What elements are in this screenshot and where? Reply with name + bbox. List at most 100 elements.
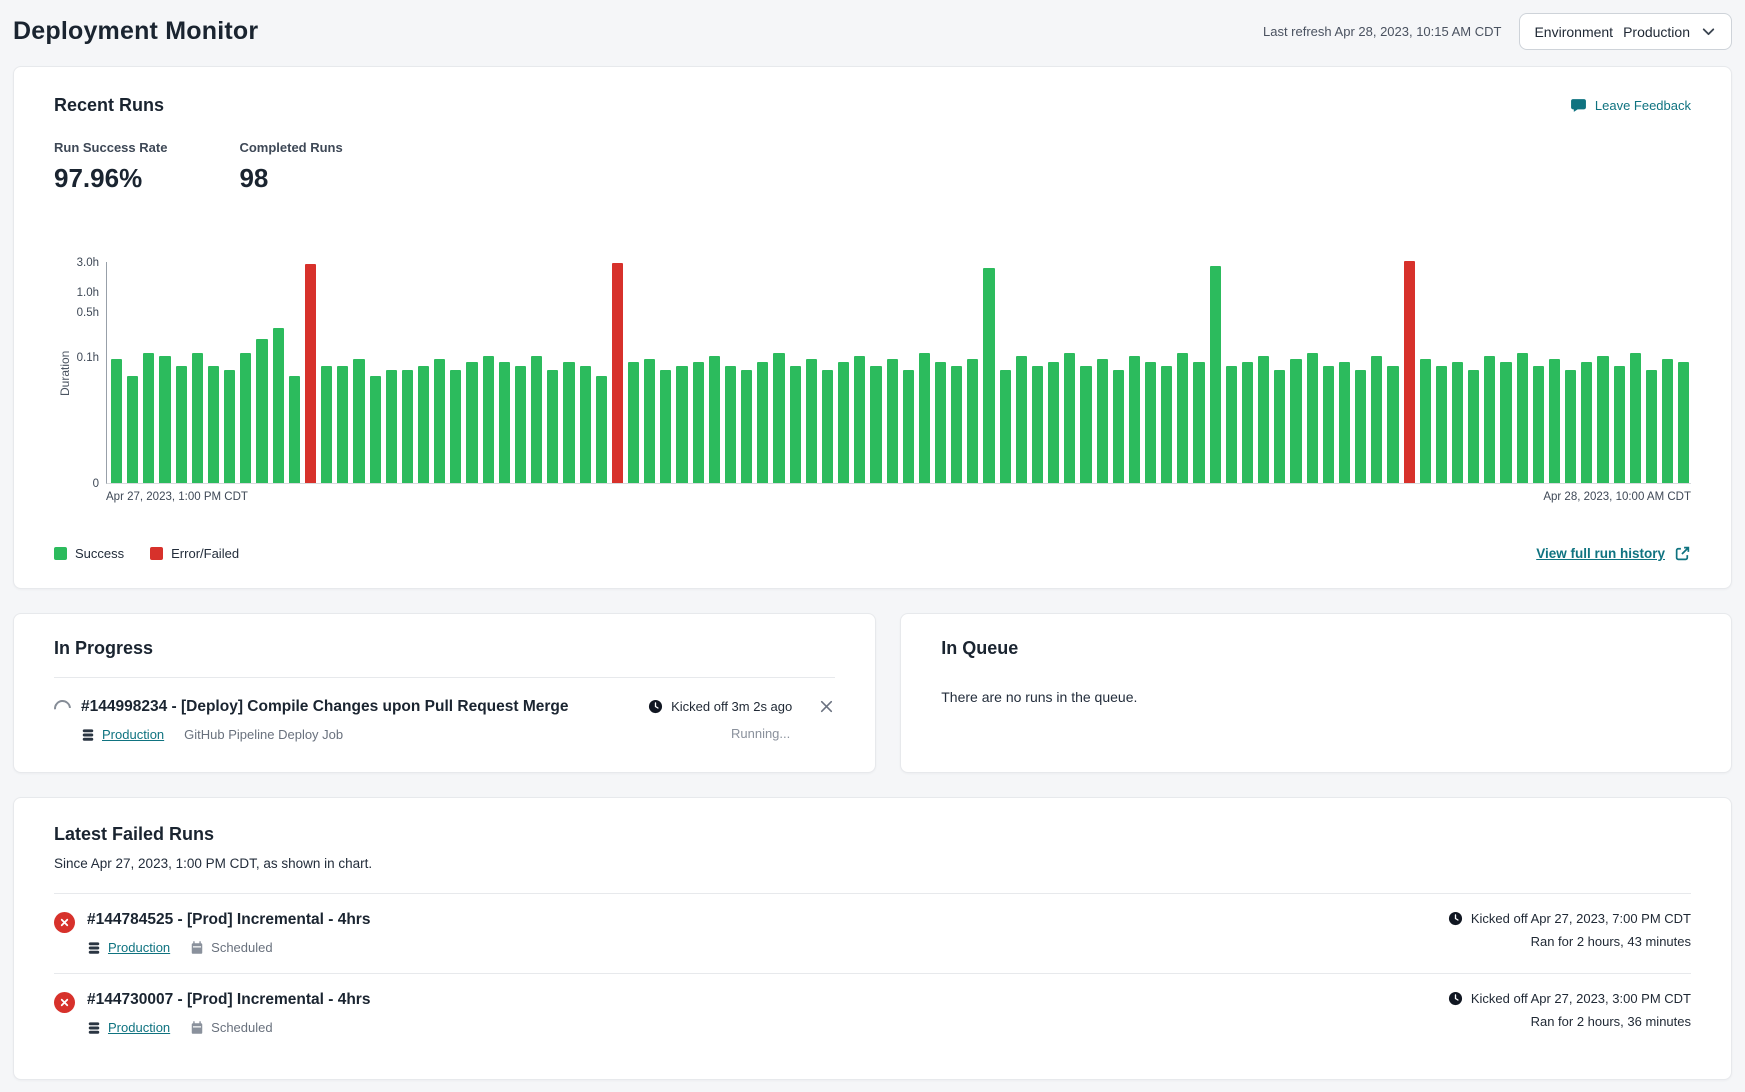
chart-bar-success[interactable] [580,366,591,483]
chart-bar-success[interactable] [176,366,187,483]
chart-bar-success[interactable] [1113,370,1124,483]
chart-bar-failed[interactable] [1404,261,1415,483]
chart-bar-success[interactable] [644,359,655,483]
chart-bar-failed[interactable] [612,263,623,483]
chart-bar-failed[interactable] [305,264,316,483]
chart-bar-success[interactable] [1597,356,1608,483]
chart-bar-success[interactable] [676,366,687,483]
chart-bar-success[interactable] [854,356,865,483]
chart-bar-success[interactable] [709,356,720,483]
chart-bar-success[interactable] [903,370,914,483]
chart-bar-success[interactable] [1000,370,1011,483]
chart-bar-success[interactable] [1145,362,1156,483]
close-icon[interactable] [818,698,835,715]
chart-bar-success[interactable] [919,353,930,483]
chart-bar-success[interactable] [1517,353,1528,483]
chart-bar-success[interactable] [337,366,348,483]
chart-bar-success[interactable] [693,362,704,483]
chart-bar-success[interactable] [240,353,251,483]
chart-bar-success[interactable] [806,359,817,483]
chart-bar-success[interactable] [466,362,477,483]
chart-bar-success[interactable] [563,362,574,483]
chart-bar-success[interactable] [1080,366,1091,483]
environment-production-link[interactable]: Production [108,940,170,955]
chart-bar-success[interactable] [628,362,639,483]
chart-bar-success[interactable] [725,366,736,483]
chart-bar-success[interactable] [386,370,397,483]
environment-dropdown[interactable]: Environment Production [1519,13,1732,50]
chart-bar-success[interactable] [1436,366,1447,483]
chart-bar-success[interactable] [353,359,364,483]
chart-bar-success[interactable] [822,370,833,483]
chart-bar-success[interactable] [1032,366,1043,483]
chart-bar-success[interactable] [418,366,429,483]
chart-bar-success[interactable] [1662,359,1673,483]
chart-bar-success[interactable] [1161,366,1172,483]
chart-bar-success[interactable] [1258,356,1269,483]
chart-bar-success[interactable] [773,353,784,483]
chart-bar-success[interactable] [1177,353,1188,483]
chart-bar-success[interactable] [1323,366,1334,483]
chart-bar-success[interactable] [1226,366,1237,483]
chart-bar-success[interactable] [1193,362,1204,483]
chart-bar-success[interactable] [289,376,300,483]
chart-bar-success[interactable] [273,328,284,483]
chart-bar-success[interactable] [1678,362,1689,483]
chart-bar-success[interactable] [111,359,122,483]
chart-bar-success[interactable] [434,359,445,483]
chart-bar-success[interactable] [547,370,558,483]
view-full-run-history-link[interactable]: View full run history [1536,545,1691,562]
chart-bar-success[interactable] [1500,362,1511,483]
chart-bar-success[interactable] [450,370,461,483]
chart-bar-success[interactable] [1581,362,1592,483]
chart-bar-success[interactable] [531,356,542,483]
chart-bar-success[interactable] [321,366,332,483]
chart-bar-success[interactable] [224,370,235,483]
chart-bar-success[interactable] [483,356,494,483]
chart-bar-success[interactable] [1614,366,1625,483]
environment-production-link[interactable]: Production [108,1020,170,1035]
chart-bar-success[interactable] [192,353,203,483]
chart-bar-success[interactable] [838,362,849,483]
chart-bar-success[interactable] [1210,266,1221,483]
chart-bar-success[interactable] [1533,366,1544,483]
chart-bar-success[interactable] [1242,362,1253,483]
chart-bar-success[interactable] [660,370,671,483]
chart-bar-success[interactable] [1646,370,1657,483]
environment-production-link[interactable]: Production [102,727,164,742]
chart-bar-success[interactable] [1274,370,1285,483]
chart-bar-success[interactable] [790,366,801,483]
chart-bar-success[interactable] [1565,370,1576,483]
chart-bar-success[interactable] [741,370,752,483]
chart-bar-success[interactable] [1630,353,1641,483]
chart-bar-success[interactable] [159,356,170,483]
chart-bar-success[interactable] [951,366,962,483]
chart-bar-success[interactable] [370,376,381,483]
chart-bar-success[interactable] [757,362,768,483]
chart-bar-success[interactable] [887,359,898,483]
chart-bar-success[interactable] [1097,359,1108,483]
chart-bar-success[interactable] [127,376,138,483]
chart-bar-success[interactable] [402,370,413,483]
chart-bar-success[interactable] [1420,359,1431,483]
chart-bar-success[interactable] [1064,353,1075,483]
chart-bar-success[interactable] [1307,353,1318,483]
chart-bar-success[interactable] [1468,370,1479,483]
chart-bar-success[interactable] [870,366,881,483]
chart-bar-success[interactable] [1371,356,1382,483]
chart-bar-success[interactable] [935,362,946,483]
chart-bar-success[interactable] [1355,370,1366,483]
chart-bar-success[interactable] [596,376,607,483]
chart-bar-success[interactable] [256,339,267,483]
chart-bar-success[interactable] [143,353,154,483]
chart-bar-success[interactable] [1016,356,1027,483]
chart-bar-success[interactable] [499,362,510,483]
chart-bar-success[interactable] [1339,362,1350,483]
chart-bar-success[interactable] [983,268,994,484]
chart-bar-success[interactable] [1549,359,1560,483]
chart-bar-success[interactable] [1290,359,1301,483]
leave-feedback-link[interactable]: Leave Feedback [1570,97,1691,114]
chart-bar-success[interactable] [1484,356,1495,483]
chart-bar-success[interactable] [1452,362,1463,483]
chart-bar-success[interactable] [1387,366,1398,483]
